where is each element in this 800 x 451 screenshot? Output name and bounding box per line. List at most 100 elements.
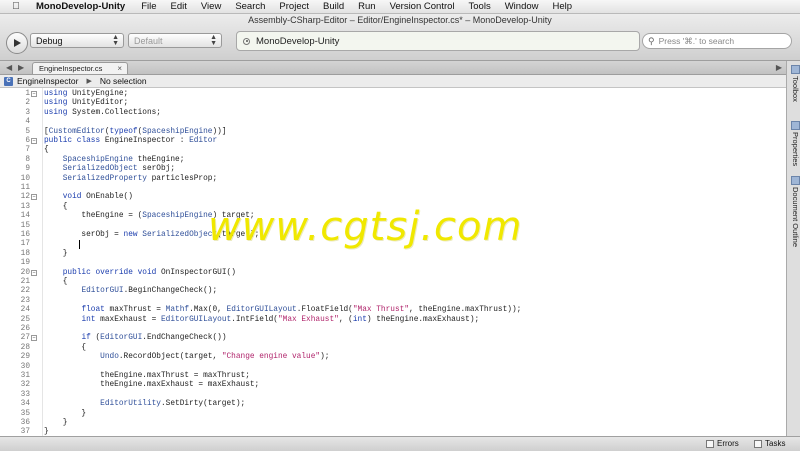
tab-back-arrow-icon[interactable]: ◀ — [6, 61, 12, 74]
code-text: } — [44, 249, 68, 258]
code-line[interactable]: 36 } — [0, 419, 786, 428]
code-line[interactable]: 33 — [0, 391, 786, 400]
code-line[interactable]: 2 using UnityEditor; — [0, 99, 786, 108]
tab-engineinspector[interactable]: EngineInspector.cs × — [32, 62, 128, 74]
code-text: SpaceshipEngine theEngine; — [62, 155, 185, 164]
line-number: 4 — [25, 118, 30, 127]
line-number: 10 — [20, 174, 30, 183]
menu-build[interactable]: Build — [323, 1, 344, 12]
code-line[interactable]: 23 — [0, 297, 786, 306]
code-line[interactable]: 10 SerializedProperty particlesProp; — [0, 175, 786, 184]
line-number: 18 — [20, 249, 30, 258]
code-line[interactable]: 22 EditorGUI.BeginChangeCheck(); — [0, 287, 786, 296]
code-line[interactable]: 31 theEngine.maxThrust = maxThrust; — [0, 372, 786, 381]
fold-toggle-icon[interactable]: – — [31, 91, 37, 97]
code-line[interactable]: 19 — [0, 259, 786, 268]
fold-toggle-icon[interactable]: – — [31, 194, 37, 201]
platform-select[interactable]: Default ▲ ▼ — [128, 33, 222, 48]
code-text: using UnityEngine; — [44, 90, 129, 98]
close-icon[interactable]: × — [117, 63, 122, 75]
code-line[interactable]: 4 — [0, 118, 786, 127]
code-editor[interactable]: 1– using UnityEngine; 2 using UnityEditor; 3… — [0, 88, 786, 436]
dock-tab-properties[interactable]: Properties — [788, 121, 800, 166]
menu-app-name[interactable]: MonoDevelop-Unity — [36, 1, 125, 12]
menu-bar:  MonoDevelop-Unity File Edit View Searc… — [0, 0, 800, 14]
menu-window[interactable]: Window — [505, 1, 539, 12]
code-line[interactable]: 24 float maxThrust = Mathf.Max(0, Editor… — [0, 306, 786, 315]
code-line[interactable]: 11 — [0, 184, 786, 193]
code-text: EditorGUI.BeginChangeCheck(); — [81, 287, 218, 296]
line-number: 14 — [20, 212, 30, 221]
apple-icon[interactable]:  — [10, 1, 22, 12]
play-icon — [14, 39, 21, 47]
code-text: Undo.RecordObject(target, "Change engine… — [100, 353, 330, 362]
tasks-button[interactable]: Tasks — [754, 439, 785, 448]
code-text: float maxThrust = Mathf.Max(0, EditorGUI… — [81, 306, 522, 315]
toolbox-icon — [790, 65, 800, 74]
dock-tab-toolbox[interactable]: Toolbox — [788, 65, 800, 102]
code-line[interactable]: 21 { — [0, 278, 786, 287]
dock-tab-label: Toolbox — [791, 76, 800, 102]
code-line[interactable]: 7{ — [0, 146, 786, 155]
dock-tab-label: Document Outline — [791, 187, 800, 248]
menu-search[interactable]: Search — [235, 1, 265, 12]
tab-forward-arrow-icon[interactable]: ▶ — [18, 61, 24, 74]
line-number: 34 — [20, 400, 30, 409]
code-line[interactable]: 12– void OnEnable() — [0, 193, 786, 202]
fold-toggle-icon[interactable]: – — [31, 269, 37, 276]
code-line[interactable]: 6– public class EngineInspector : Editor — [0, 137, 786, 146]
line-number: 36 — [20, 419, 30, 427]
menu-project[interactable]: Project — [279, 1, 309, 12]
code-line[interactable]: 32 theEngine.maxExhaust = maxExhaust; — [0, 381, 786, 390]
line-number: 3 — [25, 108, 30, 117]
line-number: 13 — [20, 202, 30, 211]
run-button[interactable] — [6, 32, 28, 54]
line-number: 5 — [25, 127, 30, 136]
line-number: 31 — [20, 372, 30, 380]
updown-arrows-icon: ▲ ▼ — [210, 34, 217, 47]
menu-file[interactable]: File — [141, 1, 156, 12]
code-line[interactable]: 29 Undo.RecordObject(target, "Change eng… — [0, 353, 786, 362]
menu-run[interactable]: Run — [358, 1, 375, 12]
code-line[interactable]: 5 [CustomEditor(typeof(SpaceshipEngine))] — [0, 128, 786, 137]
code-line[interactable]: 18 } — [0, 250, 786, 259]
fold-toggle-icon[interactable]: – — [31, 138, 37, 144]
line-number: 6 — [25, 137, 30, 145]
code-line[interactable]: 9 SerializedObject serObj; — [0, 165, 786, 174]
code-text: } — [44, 409, 87, 418]
code-line[interactable]: 8 SpaceshipEngine theEngine; — [0, 156, 786, 165]
search-input[interactable]: ⚲ Press '⌘.' to search — [642, 33, 792, 49]
code-line[interactable]: 35 } — [0, 410, 786, 419]
code-line[interactable]: 26 — [0, 325, 786, 334]
code-line[interactable]: 28 { — [0, 344, 786, 353]
line-number: 8 — [25, 155, 30, 164]
code-line[interactable]: 34 EditorUtility.SetDirty(target); — [0, 400, 786, 409]
menu-edit[interactable]: Edit — [171, 1, 187, 12]
code-line[interactable]: 20– public override void OnInspectorGUI(… — [0, 269, 786, 278]
line-number: 20 — [20, 268, 30, 277]
code-line[interactable]: 27– if (EditorGUI.EndChangeCheck()) — [0, 334, 786, 343]
menu-tools[interactable]: Tools — [469, 1, 491, 12]
path-member[interactable]: No selection — [100, 76, 147, 86]
tab-list-arrow-icon[interactable]: ▶ — [776, 61, 782, 74]
watermark: www.cgtsj.com — [208, 204, 523, 250]
fold-toggle-icon[interactable]: – — [31, 335, 37, 342]
menu-view[interactable]: View — [201, 1, 221, 12]
code-line[interactable]: 25 int maxExhaust = EditorGUILayout.IntF… — [0, 316, 786, 325]
code-line[interactable]: 3 using System.Collections; — [0, 109, 786, 118]
dock-tab-document-outline[interactable]: Document Outline — [788, 176, 800, 247]
tasks-label: Tasks — [765, 439, 786, 448]
errors-button[interactable]: Errors — [706, 439, 739, 448]
code-line[interactable]: 30 — [0, 363, 786, 372]
configuration-select[interactable]: Debug ▲ ▼ — [30, 33, 124, 48]
code-text: } — [44, 419, 68, 427]
line-number: 23 — [20, 296, 30, 305]
text-cursor — [79, 240, 80, 250]
menu-help[interactable]: Help — [553, 1, 573, 12]
code-line[interactable]: 1– using UnityEngine; — [0, 90, 786, 99]
menu-version-control[interactable]: Version Control — [390, 1, 455, 12]
line-number: 22 — [20, 287, 30, 296]
path-class[interactable]: EngineInspector — [17, 76, 78, 86]
window-title: Assembly-CSharp-Editor – Editor/EngineIn… — [248, 15, 552, 25]
configuration-value: Debug — [36, 35, 63, 46]
